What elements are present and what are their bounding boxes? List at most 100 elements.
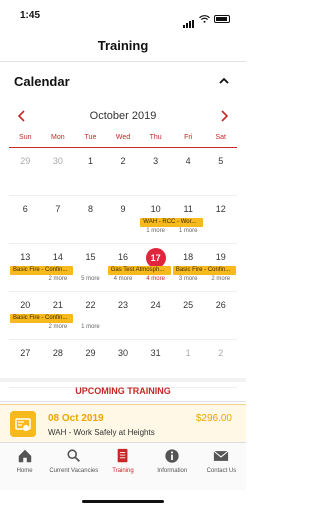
page-header: Training: [0, 30, 246, 62]
day-number: 5: [218, 156, 224, 166]
calendar-event[interactable]: WAH - RCC - Wor...: [140, 218, 204, 227]
calendar-week: 6 7 8 9 10 1 more 11 1 more 12 WAH - RCC - Wor...: [9, 196, 237, 244]
calendar-day[interactable]: 4: [172, 148, 205, 195]
more-events-link[interactable]: 1 more: [172, 228, 205, 234]
divider: [0, 401, 246, 402]
calendar-event[interactable]: Basic Fire - Confin...: [10, 266, 74, 275]
tab-label: Contact Us: [206, 468, 237, 474]
day-number: 3: [153, 156, 159, 166]
chevron-right-icon[interactable]: [216, 108, 232, 124]
day-number: 10: [150, 204, 161, 214]
status-icons: [183, 10, 230, 28]
calendar-day[interactable]: 15 5 more: [74, 244, 107, 291]
status-time: 1:45: [20, 10, 41, 21]
day-number: 21: [52, 300, 63, 310]
info-icon: [165, 449, 179, 463]
weekday-label: Sun: [19, 134, 32, 141]
calendar-day[interactable]: 3: [139, 148, 172, 195]
tab-information[interactable]: Information: [148, 443, 197, 490]
calendar-day[interactable]: 26: [204, 292, 237, 339]
more-events-link[interactable]: 1 more: [74, 324, 107, 330]
calendar-day[interactable]: 9: [107, 196, 140, 243]
day-number: 28: [52, 348, 63, 358]
day-number: 23: [118, 300, 129, 310]
calendar-grid: 29 30 1 2 3 4 5 6 7 8 9 10 1 more 11 1 more 12 WAH - RCC…: [9, 148, 237, 388]
calendar-day[interactable]: 30: [42, 148, 75, 195]
day-number: 26: [215, 300, 226, 310]
calendar-day[interactable]: 7: [42, 196, 75, 243]
more-events-link[interactable]: 4 more: [139, 276, 172, 282]
calendar-event[interactable]: Basic Fire - Confin...: [172, 266, 236, 275]
calendar-day[interactable]: 2: [107, 148, 140, 195]
more-events-link[interactable]: 2 more: [42, 276, 75, 282]
upcoming-training-title: UPCOMING TRAINING: [75, 386, 171, 396]
day-number: 16: [118, 252, 129, 262]
tab-contact-us[interactable]: Contact Us: [197, 443, 246, 490]
home-indicator: [82, 500, 164, 503]
more-events-link[interactable]: 2 more: [42, 324, 75, 330]
calendar-day[interactable]: 25: [172, 292, 205, 339]
day-number: 13: [20, 252, 31, 262]
calendar-day[interactable]: 1: [74, 148, 107, 195]
more-events-link[interactable]: 2 more: [204, 276, 237, 282]
weekday-header: Sun Mon Tue Wed Thu Fri Sat: [9, 134, 237, 148]
day-number: 25: [183, 300, 194, 310]
day-number: 4: [185, 156, 191, 166]
weekday-label: Wed: [115, 134, 131, 141]
weekday-label: Tue: [84, 134, 97, 141]
battery-icon: [214, 15, 230, 23]
day-number: 11: [183, 204, 193, 214]
day-number: 31: [150, 348, 161, 358]
day-number: 9: [120, 204, 126, 214]
upcoming-training-item[interactable]: 08 Oct 2019 $296.00 WAH - Work Safely at…: [0, 404, 246, 442]
weekday-label: Sat: [215, 134, 227, 141]
calendar-day[interactable]: 6: [9, 196, 42, 243]
section-divider: [0, 378, 246, 382]
calendar-day[interactable]: 22 1 more: [74, 292, 107, 339]
day-number: 1: [87, 156, 93, 166]
day-number: 20: [20, 300, 31, 310]
weekday-label: Mon: [51, 134, 65, 141]
calendar-event[interactable]: Basic Fire - Confin...: [10, 314, 74, 323]
tab-label: Home: [16, 468, 33, 474]
app-screen: 1:45 Training Calendar October 2019 Sun …: [0, 0, 246, 514]
calendar-section-header[interactable]: Calendar: [0, 66, 246, 98]
calendar-day[interactable]: 23: [107, 292, 140, 339]
more-events-link[interactable]: 1 more: [139, 228, 172, 234]
chevron-up-icon[interactable]: [218, 75, 230, 87]
certificate-icon: [10, 411, 36, 437]
tab-label: Current Vacancies: [49, 468, 99, 474]
day-number: 2: [218, 348, 224, 358]
tab-home[interactable]: Home: [0, 443, 49, 490]
day-number: 1: [185, 348, 191, 358]
day-number: 22: [85, 300, 96, 310]
day-number: 29: [20, 156, 31, 166]
day-number: 30: [118, 348, 129, 358]
calendar-week: 13 14 2 more 15 5 more 16 4 more 17 4 more 18 3 mo…: [9, 244, 237, 292]
calendar-day[interactable]: 5: [204, 148, 237, 195]
day-number: 7: [55, 204, 61, 214]
tab-training[interactable]: Training: [98, 443, 147, 490]
day-number: 30: [52, 156, 63, 166]
page-title: Training: [97, 38, 149, 53]
more-events-link[interactable]: 5 more: [74, 276, 107, 282]
more-events-link[interactable]: 4 more: [107, 276, 140, 282]
calendar-day[interactable]: 29: [9, 148, 42, 195]
tab-current-vacancies[interactable]: Current Vacancies: [49, 443, 98, 490]
calendar-day[interactable]: 12: [204, 196, 237, 243]
day-number: 29: [85, 348, 96, 358]
calendar-week: 29 30 1 2 3 4 5: [9, 148, 237, 196]
calendar-title: Calendar: [14, 74, 70, 89]
training-date: 08 Oct 2019: [48, 413, 104, 424]
day-number: 14: [52, 252, 63, 262]
calendar-day[interactable]: 8: [74, 196, 107, 243]
training-name: WAH - Work Safely at Heights: [48, 428, 155, 437]
day-number: 18: [183, 252, 194, 262]
more-events-link[interactable]: 3 more: [172, 276, 205, 282]
day-number: 19: [215, 252, 226, 262]
training-price: $296.00: [195, 413, 232, 424]
calendar-day[interactable]: 24: [139, 292, 172, 339]
calendar-event[interactable]: Gas Test Atmosph...: [107, 266, 171, 275]
day-number: 8: [87, 204, 93, 214]
home-icon: [18, 449, 31, 463]
